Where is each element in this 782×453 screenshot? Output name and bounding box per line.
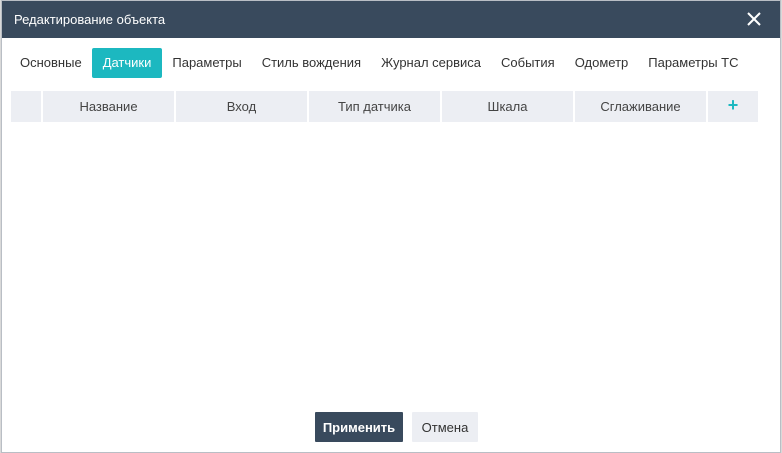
tab-events[interactable]: События [491,48,565,78]
close-icon[interactable] [746,11,762,27]
dialog-footer: Применить Отмена [2,412,780,442]
column-header-input[interactable]: Вход [176,91,307,122]
tab-bar: Основные Датчики Параметры Стиль вождени… [2,48,780,78]
add-sensor-button[interactable]: + [708,91,758,122]
dialog-titlebar: Редактирование объекта [2,1,780,38]
tab-sensors[interactable]: Датчики [91,48,163,78]
tab-parameters[interactable]: Параметры [162,48,251,78]
tab-driving-style[interactable]: Стиль вождения [252,48,371,78]
column-header-sensor-type[interactable]: Тип датчика [309,91,440,122]
tab-odometer[interactable]: Одометр [565,48,639,78]
select-column-header[interactable] [11,91,41,122]
tab-service-log[interactable]: Журнал сервиса [371,48,491,78]
apply-button[interactable]: Применить [315,412,403,442]
dialog-title: Редактирование объекта [14,12,166,27]
edit-object-dialog: Редактирование объекта Основные Датчики … [1,0,781,453]
column-header-smoothing[interactable]: Сглаживание [575,91,706,122]
column-header-name[interactable]: Название [43,91,174,122]
tab-main[interactable]: Основные [10,48,92,78]
sensors-grid-header: Название Вход Тип датчика Шкала Сглажива… [11,91,760,122]
tab-vehicle-params[interactable]: Параметры ТС [638,48,748,78]
column-header-scale[interactable]: Шкала [442,91,573,122]
cancel-button[interactable]: Отмена [412,412,478,442]
close-icon-svg [747,12,761,26]
